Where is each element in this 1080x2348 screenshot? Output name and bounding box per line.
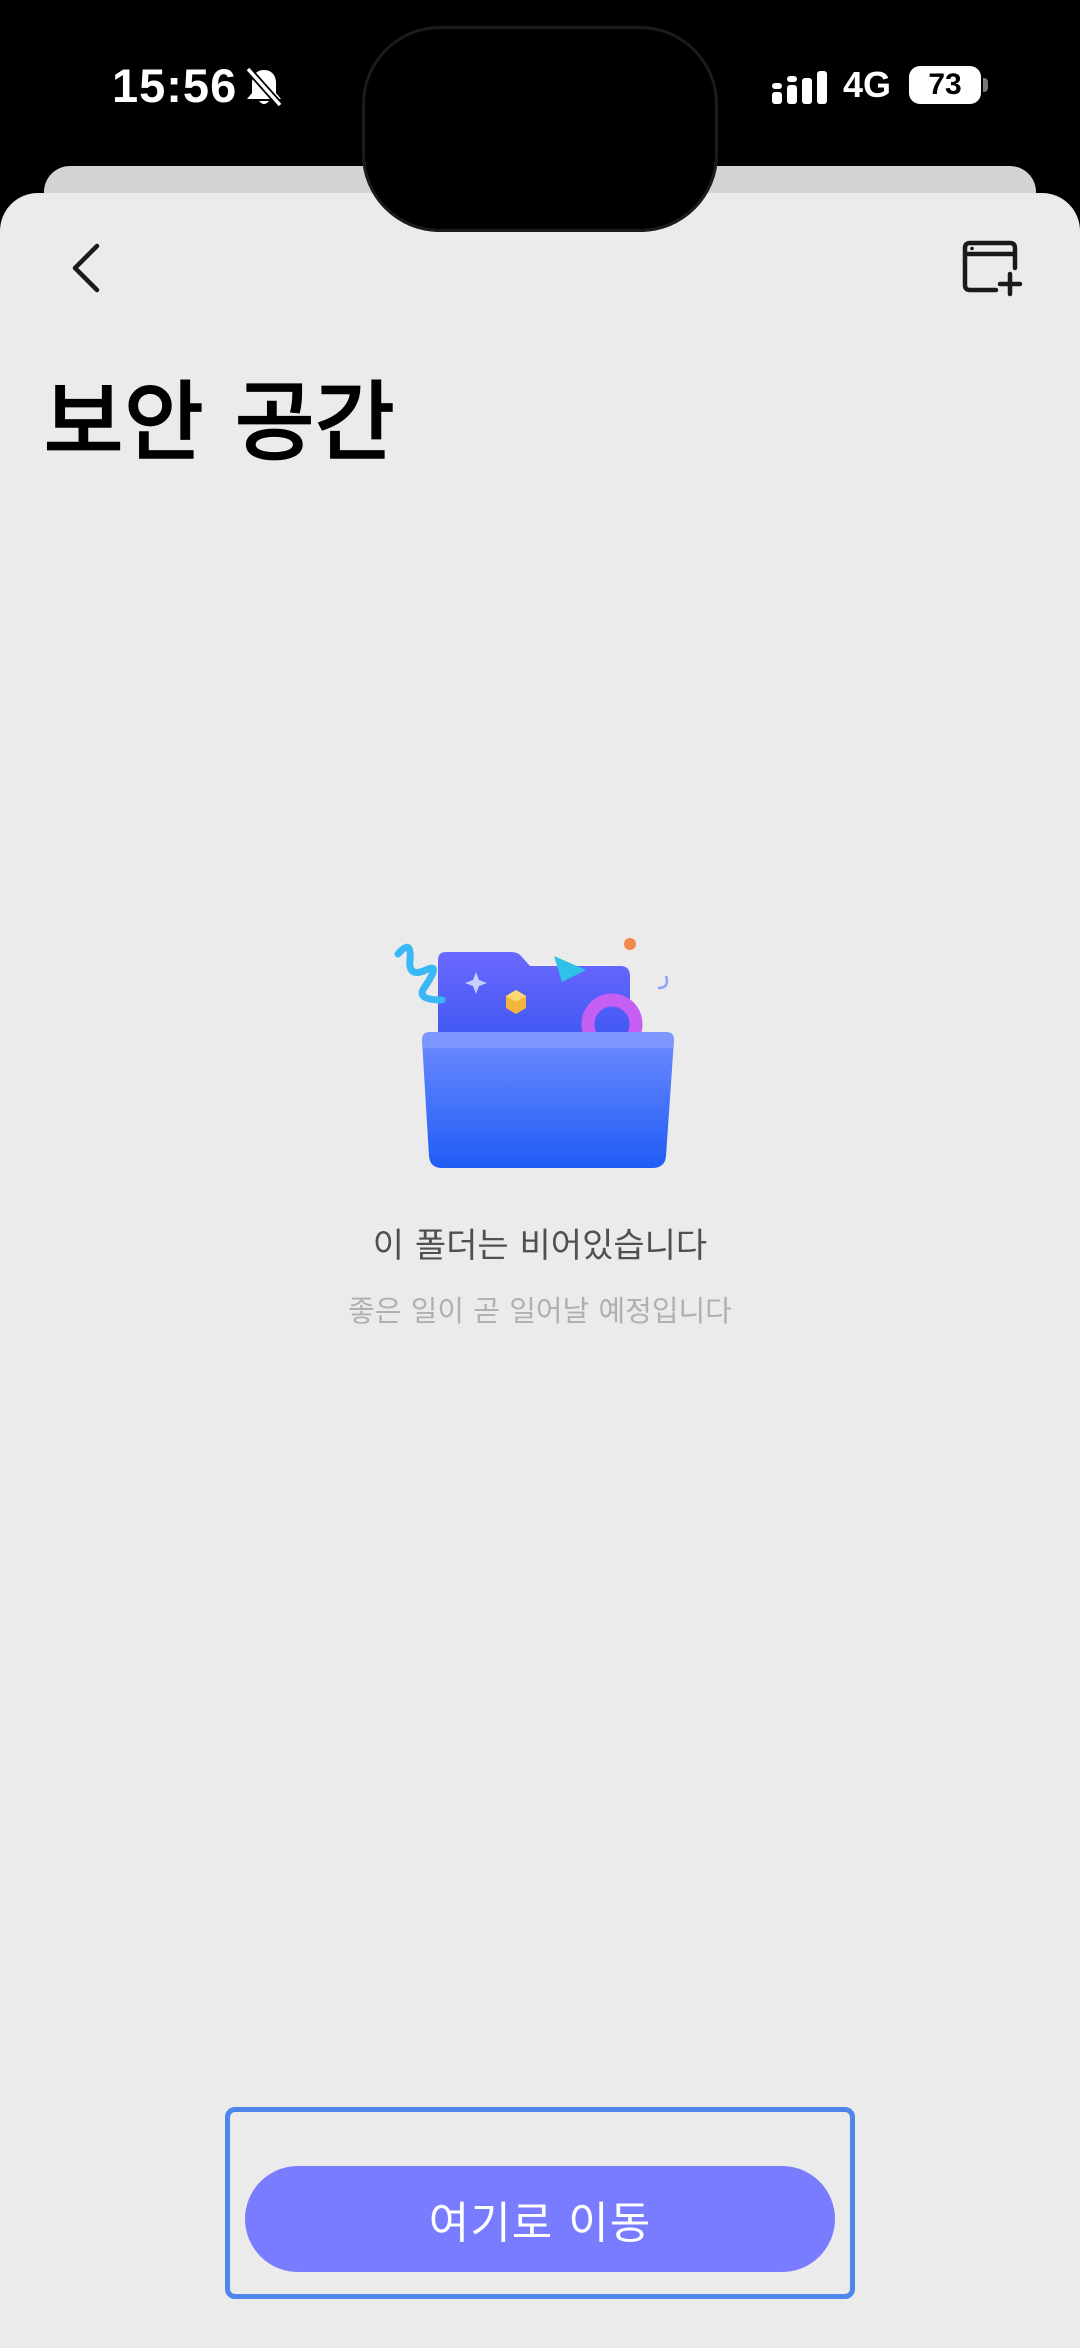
page-title: 보안 공간	[44, 373, 396, 473]
battery-icon: 73	[909, 66, 981, 104]
back-button[interactable]	[60, 238, 112, 298]
chevron-left-icon	[72, 243, 100, 293]
dynamic-island	[362, 26, 718, 232]
empty-state-subtitle: 좋은 일이 곧 일어날 예정입니다	[348, 1294, 732, 1328]
status-time: 15:56	[112, 59, 238, 112]
new-window-button[interactable]	[960, 238, 1024, 298]
folder-illustration	[390, 930, 690, 1174]
empty-state-title: 이 폴더는 비어있습니다	[372, 1226, 708, 1266]
signal-icon	[772, 70, 828, 110]
sheet-panel	[0, 193, 1080, 2348]
move-here-button[interactable]: 여기로 이동	[245, 2166, 835, 2272]
new-window-icon	[962, 240, 1023, 297]
battery-tip	[983, 78, 988, 92]
network-type: 4G	[843, 64, 892, 105]
bell-slash-icon	[244, 66, 284, 112]
